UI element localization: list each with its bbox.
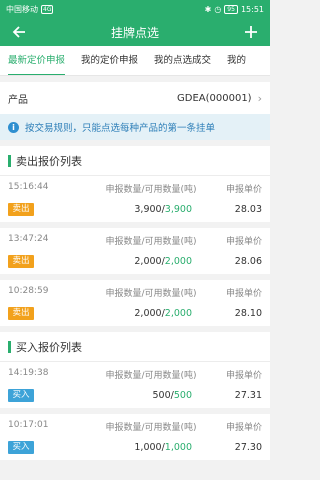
quote-quantity: 2,000/2,000	[134, 308, 192, 319]
section-marker	[8, 154, 11, 167]
buy-section-title: 买入报价列表	[16, 340, 82, 354]
price-header: 申报单价	[225, 185, 262, 195]
sell-tag: 卖出	[8, 255, 34, 268]
clock: 15:51	[240, 4, 264, 14]
carrier-label: 中国移动	[6, 4, 38, 14]
quote-time: 13:47:24	[8, 234, 49, 244]
qty-header: 申报数量/可用数量(吨)	[105, 423, 197, 433]
available-qty: 3,900	[164, 204, 192, 215]
product-selector[interactable]: 产品 GDEA(000001) ›	[0, 82, 270, 114]
page-title: 挂牌点选	[110, 25, 159, 40]
status-bar: 中国移动 4G ✱ ◷ 95 15:51	[0, 0, 270, 18]
sell-quote-row[interactable]: 10:28:59 申报数量/可用数量(吨) 申报单价 卖出 2,000/2,00…	[0, 280, 270, 332]
sell-quote-row[interactable]: 15:16:44 申报数量/可用数量(吨) 申报单价 卖出 3,900/3,90…	[0, 176, 270, 228]
quote-time: 10:28:59	[8, 286, 49, 296]
available-qty: 1,000	[164, 442, 192, 453]
tab-my-trades[interactable]: 我的点选成交	[146, 46, 219, 75]
buy-section-header: 买入报价列表	[0, 332, 270, 362]
chevron-right-icon: ›	[257, 91, 262, 105]
sell-section-header: 卖出报价列表	[0, 146, 270, 176]
qty-header: 申报数量/可用数量(吨)	[105, 237, 197, 247]
buy-quote-row[interactable]: 10:17:01 申报数量/可用数量(吨) 申报单价 买入 1,000/1,00…	[0, 414, 270, 466]
declared-qty: 2,000	[134, 308, 162, 319]
tab-my-quotes[interactable]: 我的定价申报	[73, 46, 146, 75]
available-qty: 2,000	[164, 256, 192, 267]
sell-tag: 卖出	[8, 203, 34, 216]
quote-quantity: 2,000/2,000	[134, 256, 192, 267]
declared-qty: 3,900	[134, 204, 162, 215]
quote-time: 15:16:44	[8, 182, 49, 192]
battery-icon: 95	[224, 4, 238, 14]
qty-header: 申报数量/可用数量(吨)	[105, 371, 197, 381]
price-header: 申报单价	[225, 423, 262, 433]
sell-tag: 卖出	[8, 307, 34, 320]
product-label: 产品	[8, 94, 28, 106]
available-qty: 500	[173, 390, 192, 401]
declared-qty: 500	[152, 390, 171, 401]
declared-qty: 1,000	[134, 442, 162, 453]
price-header: 申报单价	[225, 237, 262, 247]
buy-tag: 买入	[8, 389, 34, 402]
product-value: GDEA(000001)	[177, 92, 252, 104]
price-header: 申报单价	[225, 289, 262, 299]
alarm-icon: ◷	[214, 4, 222, 14]
sell-quote-row[interactable]: 13:47:24 申报数量/可用数量(吨) 申报单价 卖出 2,000/2,00…	[0, 228, 270, 280]
quote-time: 10:17:01	[8, 420, 49, 430]
quote-quantity: 1,000/1,000	[134, 442, 192, 453]
info-icon: i	[8, 121, 19, 133]
plus-icon[interactable]	[242, 23, 260, 41]
qty-header: 申报数量/可用数量(吨)	[105, 289, 197, 299]
quote-quantity: 3,900/3,900	[134, 204, 192, 215]
tab-mine[interactable]: 我的	[219, 46, 246, 75]
quote-price: 27.30	[234, 442, 262, 453]
declared-qty: 2,000	[134, 256, 162, 267]
tab-bar: 最新定价申报 我的定价申报 我的点选成交 我的	[0, 46, 270, 76]
quote-time: 14:19:38	[8, 368, 49, 378]
rule-notice: i 按交易规则，只能点选每种产品的第一条挂单	[0, 114, 270, 140]
bluetooth-icon: ✱	[204, 4, 212, 14]
price-header: 申报单价	[225, 371, 262, 381]
tab-latest-quotes[interactable]: 最新定价申报	[0, 46, 73, 75]
section-marker	[8, 340, 11, 353]
quote-price: 28.03	[234, 204, 262, 215]
sell-section-title: 卖出报价列表	[16, 154, 82, 168]
buy-tag: 买入	[8, 441, 34, 454]
qty-header: 申报数量/可用数量(吨)	[105, 185, 197, 195]
arrow-left-icon[interactable]	[10, 23, 28, 41]
available-qty: 2,000	[164, 308, 192, 319]
quote-quantity: 500/500	[152, 390, 192, 401]
quote-price: 27.31	[234, 390, 262, 401]
network-label: 4G	[41, 4, 54, 14]
quote-price: 28.06	[234, 256, 262, 267]
app-bar: 挂牌点选	[0, 18, 270, 46]
notice-text: 按交易规则，只能点选每种产品的第一条挂单	[25, 123, 216, 134]
buy-quote-row[interactable]: 14:19:38 申报数量/可用数量(吨) 申报单价 买入 500/500 27…	[0, 362, 270, 414]
quote-price: 28.10	[234, 308, 262, 319]
